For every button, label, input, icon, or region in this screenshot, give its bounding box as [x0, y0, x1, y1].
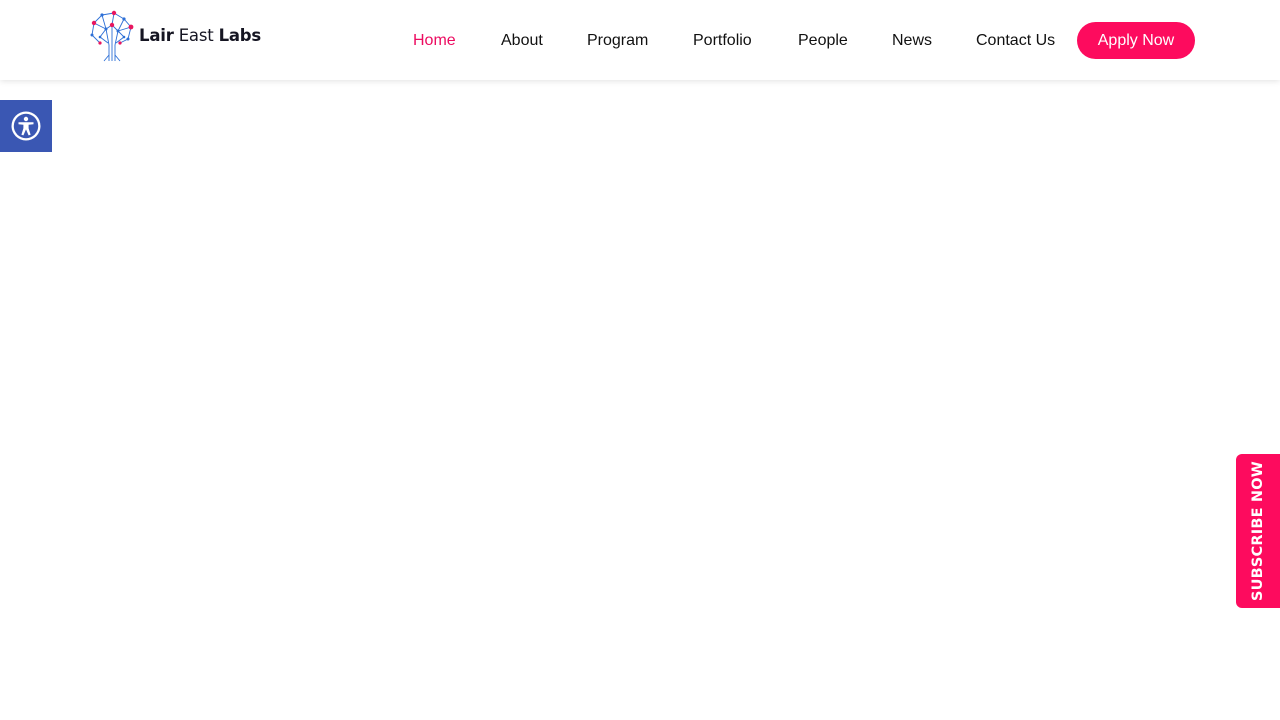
nav-item-portfolio[interactable]: Portfolio [693, 30, 752, 52]
nav-item-about[interactable]: About [501, 30, 543, 52]
apply-now-button[interactable]: Apply Now [1077, 22, 1195, 59]
nav-item-news[interactable]: News [892, 30, 932, 52]
main-nav: Home About Program Portfolio People News… [0, 0, 1280, 80]
subscribe-now-tab[interactable]: SUBSCRIBE NOW [1236, 454, 1280, 608]
page: Lair East Labs Home About Program Portfo… [0, 0, 1280, 720]
subscribe-now-label: SUBSCRIBE NOW [1250, 461, 1266, 601]
site-header: Lair East Labs Home About Program Portfo… [0, 0, 1280, 80]
nav-item-home[interactable]: Home [413, 30, 456, 52]
nav-item-people[interactable]: People [798, 30, 848, 52]
accessibility-icon [11, 111, 41, 141]
nav-item-contact-us[interactable]: Contact Us [976, 30, 1055, 52]
nav-item-program[interactable]: Program [587, 30, 648, 52]
accessibility-toolbar-button[interactable] [0, 100, 52, 152]
